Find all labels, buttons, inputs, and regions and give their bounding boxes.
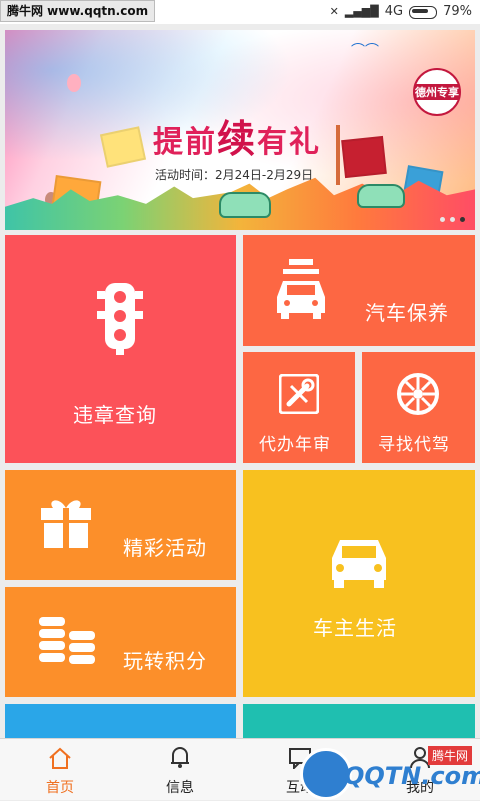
promo-banner[interactable]: ⌒⌒ 提前续有礼 活动时间：2月24日-2月29日 德州专享 (5, 30, 475, 230)
traffic-light-icon (97, 283, 143, 355)
tile-owner-life[interactable]: 车主生活 (243, 470, 475, 697)
tile-label: 玩转积分 (123, 649, 207, 673)
tile-points[interactable]: 玩转积分 (5, 587, 236, 697)
banner-date: 活动时间：2月24日-2月29日 (155, 168, 314, 182)
balloon-icon (67, 74, 81, 92)
car-service-icon (277, 259, 325, 319)
car-icon (332, 540, 386, 588)
tile-car-maintenance[interactable]: 汽车保养 (243, 235, 475, 346)
tile-label: 寻找代驾 (378, 435, 450, 455)
network-type: 4G (384, 4, 404, 19)
carousel-dot[interactable] (450, 217, 455, 222)
tile-violation-query[interactable]: 违章查询 (5, 235, 236, 463)
nav-home[interactable]: 首页 (0, 739, 120, 801)
watermark-label: 腾牛网 www.qqtn.com (0, 0, 156, 22)
status-indicators: ✕ ▂▄▆█ 4G 79% (330, 0, 472, 24)
tile-activities[interactable]: 精彩活动 (5, 470, 236, 580)
region-badge: 德州专享 (413, 68, 461, 116)
coins-icon (39, 617, 95, 664)
tile-annual-inspection[interactable]: 代办年审 (243, 352, 355, 463)
steering-wheel-icon (397, 373, 439, 415)
nav-label: 信息 (166, 780, 194, 796)
tile-label: 车主生活 (313, 616, 397, 640)
watermark-logo: QQTN.com 腾牛网 (300, 746, 480, 800)
carousel-indicator[interactable] (440, 217, 465, 222)
status-bar: 腾牛网 www.qqtn.com ✕ ▂▄▆█ 4G 79% (0, 0, 480, 24)
gift-box-icon (341, 135, 387, 179)
tile-label: 精彩活动 (123, 536, 207, 560)
tile-find-driver[interactable]: 寻找代驾 (362, 352, 475, 463)
bell-icon (171, 747, 189, 768)
carousel-dot[interactable] (440, 217, 445, 222)
tv-tower-icon (336, 125, 340, 185)
tools-icon (279, 374, 319, 414)
tile-label: 代办年审 (259, 435, 331, 455)
mute-icon: ✕ (329, 5, 339, 18)
watermark-cn: 腾牛网 (428, 746, 473, 765)
car-icon (219, 192, 271, 218)
tile-label: 违章查询 (73, 403, 157, 427)
carousel-dot-active[interactable] (460, 217, 465, 222)
nav-messages[interactable]: 信息 (120, 739, 240, 801)
tile-label: 汽车保养 (365, 301, 449, 325)
battery-icon (409, 5, 438, 19)
gift-icon (41, 500, 91, 548)
nav-label: 首页 (46, 780, 74, 796)
car-icon (357, 184, 405, 208)
battery-level: 79% (443, 4, 472, 19)
home-icon (49, 747, 71, 769)
bird-icon: ⌒⌒ (351, 43, 379, 59)
signal-icon: ▂▄▆█ (344, 5, 379, 18)
watermark-brand: QQTN.com (344, 762, 480, 790)
banner-title: 提前续有礼 (153, 116, 322, 161)
